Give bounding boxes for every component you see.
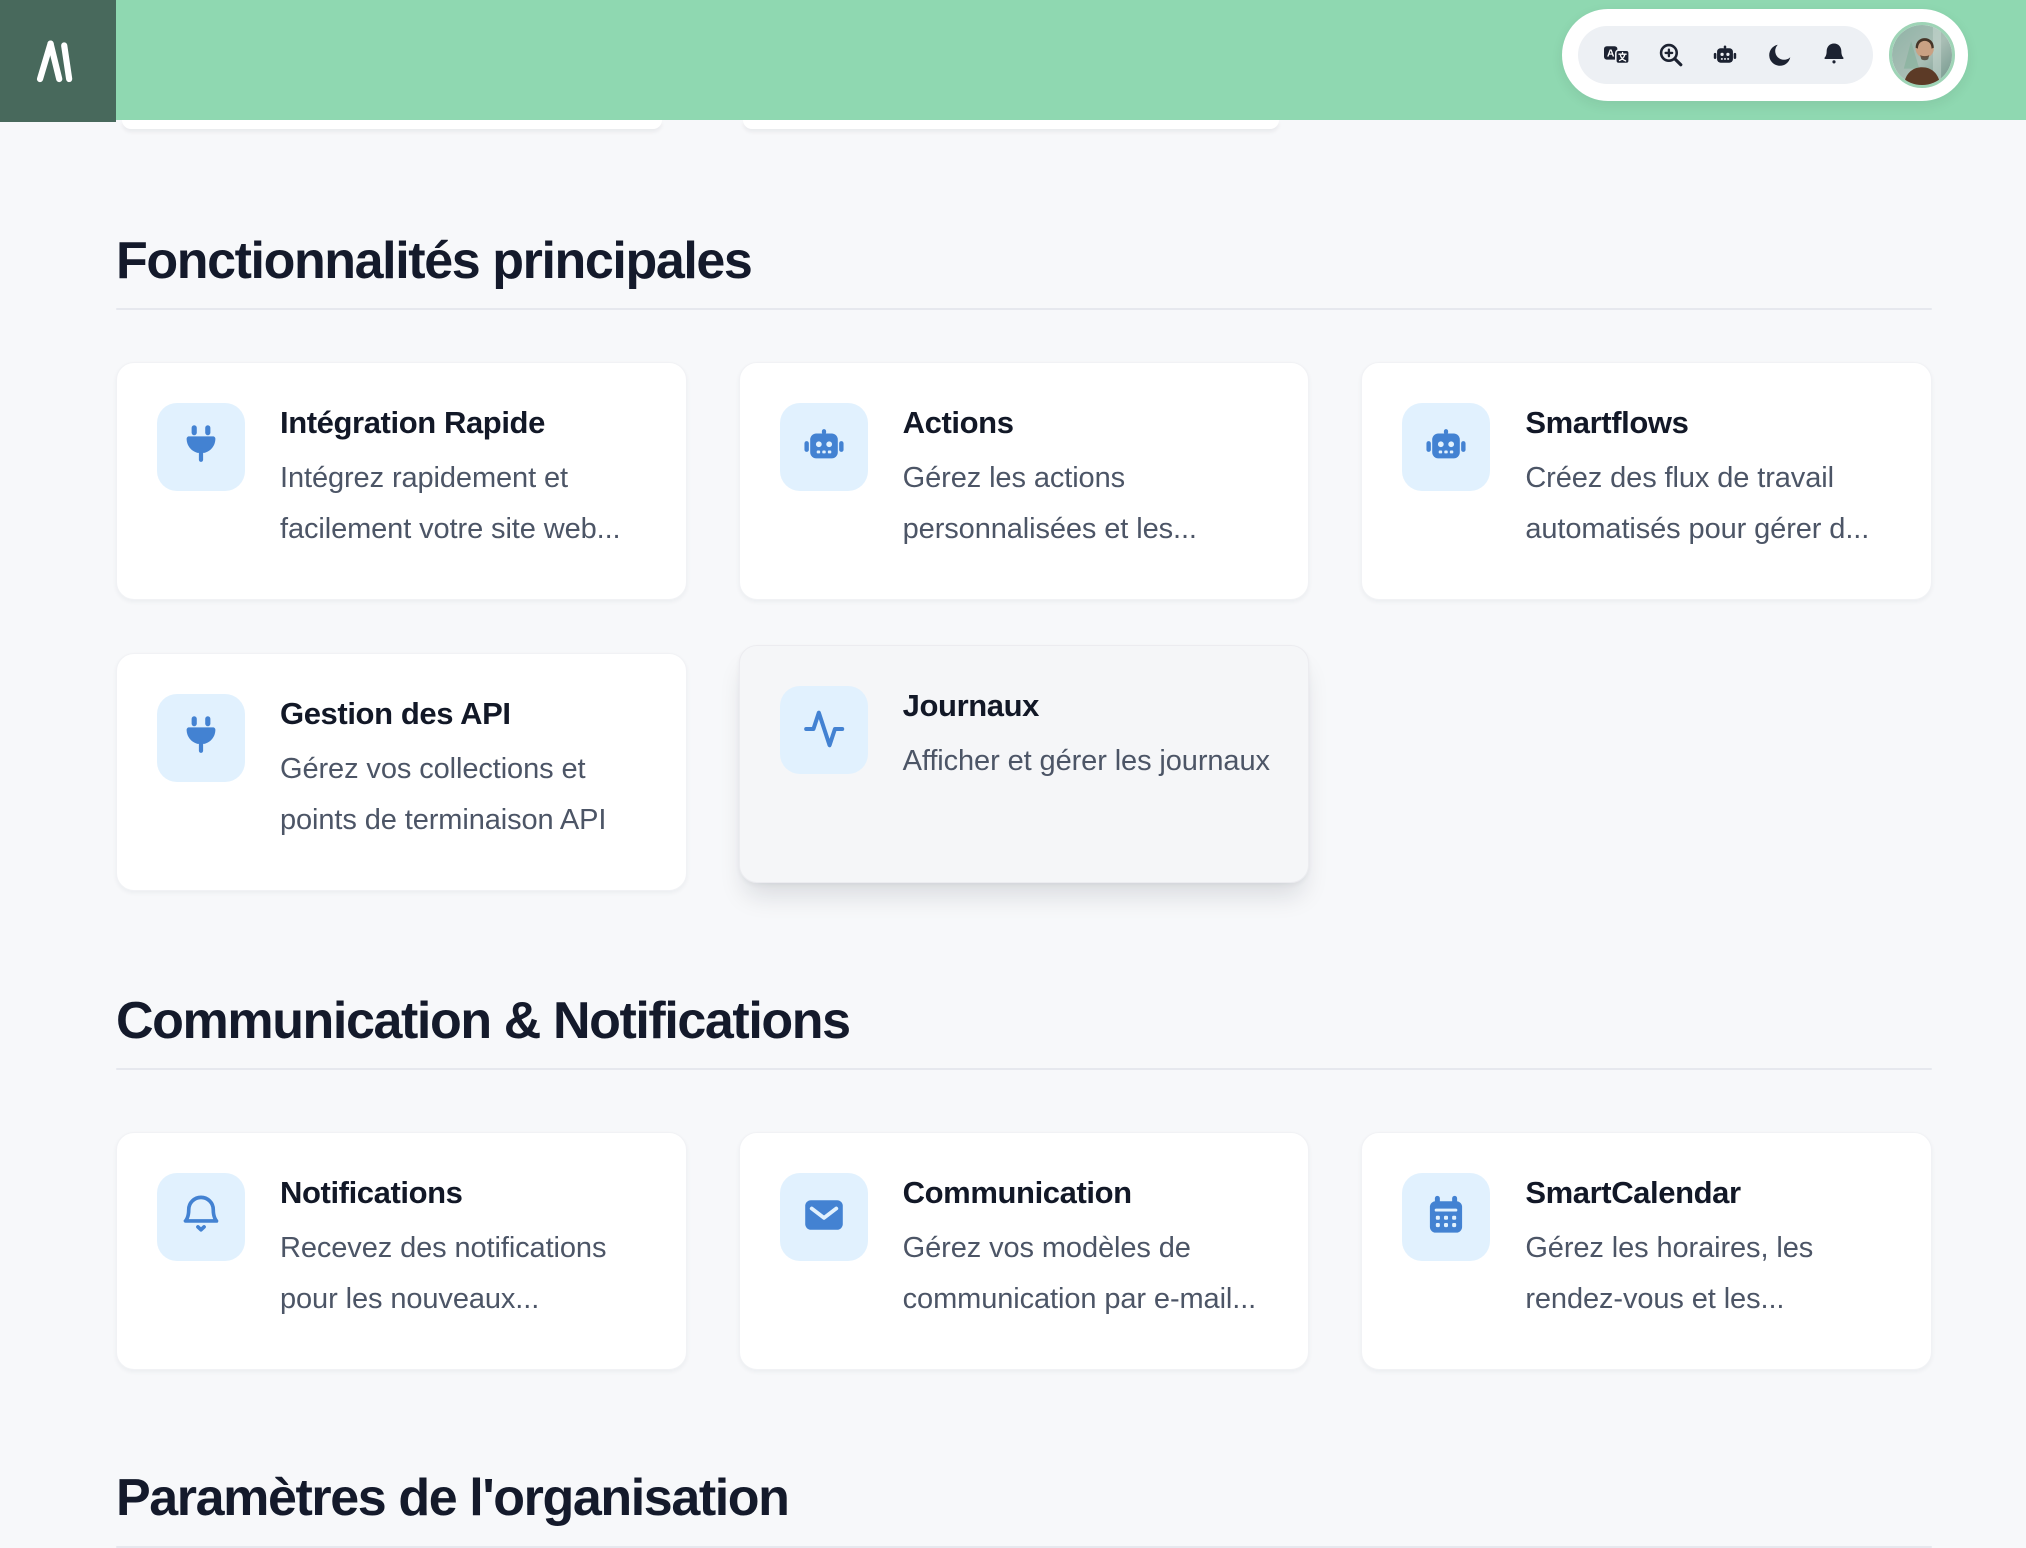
card-description: Gérez vos collections et points de termi… [280,744,650,846]
plug-icon [178,422,224,473]
card-grid: Intégration Rapide Intégrez rapidement e… [116,362,1932,891]
card-description: Recevez des notifications pour les nouve… [280,1223,650,1325]
scrolled-card-edge[interactable] [743,120,1279,129]
section-divider [116,1546,1932,1548]
section: Paramètres de l'organisation [116,1470,1932,1547]
section-title: Fonctionnalités principales [116,233,1932,290]
card-description: Créez des flux de travail automatisés po… [1525,453,1895,555]
card-description: Gérez vos modèles de communication par e… [903,1223,1273,1325]
feature-card-journaux[interactable]: Journaux Afficher et gérer les journaux [739,645,1310,883]
section-title: Paramètres de l'organisation [116,1470,1932,1527]
feature-card-gestion-des-api[interactable]: Gestion des API Gérez vos collections et… [116,653,687,891]
card-description: Gérez les actions personnalisées et les.… [903,453,1273,555]
card-description: Afficher et gérer les journaux [903,736,1270,787]
section-title: Communication & Notifications [116,993,1932,1050]
section: Fonctionnalités principales Intégration … [116,233,1932,891]
card-grid: Notifications Recevez des notifications … [116,1132,1932,1370]
card-description: Gérez les horaires, les rendez-vous et l… [1525,1223,1895,1325]
robot-assistant-icon[interactable] [1708,38,1742,72]
dark-mode-moon-icon[interactable] [1763,38,1797,72]
robot-icon [1423,422,1469,473]
a-mark-icon [27,28,89,94]
scrolled-card-edge[interactable] [122,120,662,129]
card-title: SmartCalendar [1525,1175,1895,1211]
header-toolbar: A [1562,9,1968,101]
feature-card-smartflows[interactable]: Smartflows Créez des flux de travail aut… [1361,362,1932,600]
card-description: Intégrez rapidement et facilement votre … [280,453,650,555]
activity-icon [801,705,847,756]
section-divider [116,1068,1932,1070]
feature-card-smartcalendar[interactable]: SmartCalendar Gérez les horaires, les re… [1361,1132,1932,1370]
card-title: Actions [903,405,1273,441]
card-title: Communication [903,1175,1273,1211]
feature-card-communication[interactable]: Communication Gérez vos modèles de commu… [739,1132,1310,1370]
card-icon-box [780,686,868,774]
svg-text:A: A [1607,48,1615,60]
robot-icon [801,422,847,473]
card-icon-box [157,403,245,491]
mail-icon [801,1192,847,1243]
card-icon-box [157,1173,245,1261]
bell-outline-icon [178,1192,224,1243]
zoom-in-icon[interactable] [1654,38,1688,72]
app-logo[interactable] [0,0,116,122]
feature-card-actions[interactable]: Actions Gérez les actions personnalisées… [739,362,1310,600]
app-header: A [0,0,2026,120]
card-icon-box [780,1173,868,1261]
calendar-icon [1423,1192,1469,1243]
card-title: Notifications [280,1175,650,1211]
card-icon-box [1402,1173,1490,1261]
feature-card-notifications[interactable]: Notifications Recevez des notifications … [116,1132,687,1370]
translate-icon[interactable]: A [1600,38,1634,72]
notifications-bell-icon[interactable] [1817,38,1851,72]
feature-card-int-gration-rapide[interactable]: Intégration Rapide Intégrez rapidement e… [116,362,687,600]
card-title: Journaux [903,688,1270,724]
user-avatar[interactable] [1889,22,1955,88]
card-icon-box [780,403,868,491]
section-divider [116,308,1932,310]
plug-icon [178,713,224,764]
card-title: Intégration Rapide [280,405,650,441]
card-title: Gestion des API [280,696,650,732]
section: Communication & Notifications Notificati… [116,993,1932,1370]
card-icon-box [1402,403,1490,491]
main-content: Fonctionnalités principales Intégration … [0,120,2026,1548]
card-title: Smartflows [1525,405,1895,441]
toolbar-icons: A [1578,26,1873,84]
card-icon-box [157,694,245,782]
